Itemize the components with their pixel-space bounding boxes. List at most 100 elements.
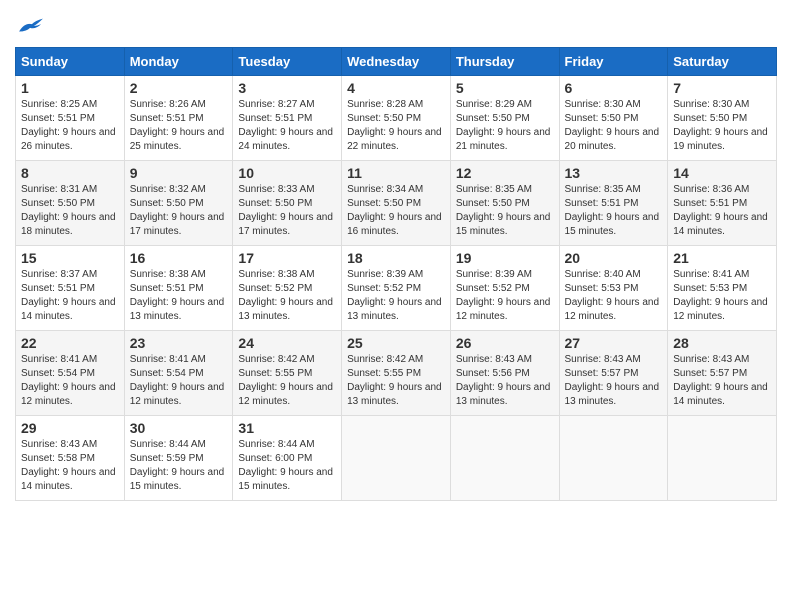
day-cell: 23 Sunrise: 8:41 AMSunset: 5:54 PMDaylig… bbox=[124, 331, 233, 416]
day-info: Sunrise: 8:28 AMSunset: 5:50 PMDaylight:… bbox=[347, 99, 442, 152]
day-number: 20 bbox=[565, 250, 663, 266]
day-number: 15 bbox=[21, 250, 119, 266]
day-info: Sunrise: 8:41 AMSunset: 5:54 PMDaylight:… bbox=[130, 354, 225, 407]
day-info: Sunrise: 8:39 AMSunset: 5:52 PMDaylight:… bbox=[347, 269, 442, 322]
day-cell: 21 Sunrise: 8:41 AMSunset: 5:53 PMDaylig… bbox=[668, 246, 777, 331]
weekday-header-sunday: Sunday bbox=[16, 48, 125, 76]
weekday-header-row: SundayMondayTuesdayWednesdayThursdayFrid… bbox=[16, 48, 777, 76]
day-info: Sunrise: 8:44 AMSunset: 5:59 PMDaylight:… bbox=[130, 439, 225, 492]
day-info: Sunrise: 8:38 AMSunset: 5:52 PMDaylight:… bbox=[238, 269, 333, 322]
day-cell: 26 Sunrise: 8:43 AMSunset: 5:56 PMDaylig… bbox=[450, 331, 559, 416]
day-info: Sunrise: 8:32 AMSunset: 5:50 PMDaylight:… bbox=[130, 184, 225, 237]
day-number: 17 bbox=[238, 250, 336, 266]
day-cell bbox=[450, 416, 559, 501]
day-cell: 5 Sunrise: 8:29 AMSunset: 5:50 PMDayligh… bbox=[450, 76, 559, 161]
day-number: 22 bbox=[21, 335, 119, 351]
day-cell: 4 Sunrise: 8:28 AMSunset: 5:50 PMDayligh… bbox=[342, 76, 451, 161]
day-info: Sunrise: 8:42 AMSunset: 5:55 PMDaylight:… bbox=[347, 354, 442, 407]
day-number: 2 bbox=[130, 80, 228, 96]
day-number: 31 bbox=[238, 420, 336, 436]
day-cell: 31 Sunrise: 8:44 AMSunset: 6:00 PMDaylig… bbox=[233, 416, 342, 501]
day-number: 12 bbox=[456, 165, 554, 181]
day-cell: 16 Sunrise: 8:38 AMSunset: 5:51 PMDaylig… bbox=[124, 246, 233, 331]
day-info: Sunrise: 8:27 AMSunset: 5:51 PMDaylight:… bbox=[238, 99, 333, 152]
page-header bbox=[15, 15, 777, 37]
day-cell: 19 Sunrise: 8:39 AMSunset: 5:52 PMDaylig… bbox=[450, 246, 559, 331]
week-row-2: 8 Sunrise: 8:31 AMSunset: 5:50 PMDayligh… bbox=[16, 161, 777, 246]
day-info: Sunrise: 8:33 AMSunset: 5:50 PMDaylight:… bbox=[238, 184, 333, 237]
day-info: Sunrise: 8:42 AMSunset: 5:55 PMDaylight:… bbox=[238, 354, 333, 407]
day-number: 10 bbox=[238, 165, 336, 181]
day-cell: 13 Sunrise: 8:35 AMSunset: 5:51 PMDaylig… bbox=[559, 161, 668, 246]
day-cell: 20 Sunrise: 8:40 AMSunset: 5:53 PMDaylig… bbox=[559, 246, 668, 331]
day-number: 19 bbox=[456, 250, 554, 266]
day-cell: 6 Sunrise: 8:30 AMSunset: 5:50 PMDayligh… bbox=[559, 76, 668, 161]
day-cell: 27 Sunrise: 8:43 AMSunset: 5:57 PMDaylig… bbox=[559, 331, 668, 416]
day-cell: 12 Sunrise: 8:35 AMSunset: 5:50 PMDaylig… bbox=[450, 161, 559, 246]
day-number: 24 bbox=[238, 335, 336, 351]
day-number: 6 bbox=[565, 80, 663, 96]
day-cell: 29 Sunrise: 8:43 AMSunset: 5:58 PMDaylig… bbox=[16, 416, 125, 501]
day-cell: 8 Sunrise: 8:31 AMSunset: 5:50 PMDayligh… bbox=[16, 161, 125, 246]
day-number: 9 bbox=[130, 165, 228, 181]
day-cell: 28 Sunrise: 8:43 AMSunset: 5:57 PMDaylig… bbox=[668, 331, 777, 416]
day-number: 18 bbox=[347, 250, 445, 266]
day-info: Sunrise: 8:41 AMSunset: 5:54 PMDaylight:… bbox=[21, 354, 116, 407]
day-cell bbox=[668, 416, 777, 501]
week-row-3: 15 Sunrise: 8:37 AMSunset: 5:51 PMDaylig… bbox=[16, 246, 777, 331]
day-cell: 2 Sunrise: 8:26 AMSunset: 5:51 PMDayligh… bbox=[124, 76, 233, 161]
day-info: Sunrise: 8:29 AMSunset: 5:50 PMDaylight:… bbox=[456, 99, 551, 152]
day-info: Sunrise: 8:37 AMSunset: 5:51 PMDaylight:… bbox=[21, 269, 116, 322]
day-cell: 22 Sunrise: 8:41 AMSunset: 5:54 PMDaylig… bbox=[16, 331, 125, 416]
day-number: 13 bbox=[565, 165, 663, 181]
day-info: Sunrise: 8:35 AMSunset: 5:50 PMDaylight:… bbox=[456, 184, 551, 237]
day-info: Sunrise: 8:43 AMSunset: 5:56 PMDaylight:… bbox=[456, 354, 551, 407]
day-number: 16 bbox=[130, 250, 228, 266]
day-info: Sunrise: 8:26 AMSunset: 5:51 PMDaylight:… bbox=[130, 99, 225, 152]
day-cell: 24 Sunrise: 8:42 AMSunset: 5:55 PMDaylig… bbox=[233, 331, 342, 416]
day-cell bbox=[342, 416, 451, 501]
day-number: 21 bbox=[673, 250, 771, 266]
day-number: 8 bbox=[21, 165, 119, 181]
day-number: 4 bbox=[347, 80, 445, 96]
day-number: 27 bbox=[565, 335, 663, 351]
day-cell: 10 Sunrise: 8:33 AMSunset: 5:50 PMDaylig… bbox=[233, 161, 342, 246]
day-cell: 11 Sunrise: 8:34 AMSunset: 5:50 PMDaylig… bbox=[342, 161, 451, 246]
day-info: Sunrise: 8:44 AMSunset: 6:00 PMDaylight:… bbox=[238, 439, 333, 492]
week-row-4: 22 Sunrise: 8:41 AMSunset: 5:54 PMDaylig… bbox=[16, 331, 777, 416]
weekday-header-thursday: Thursday bbox=[450, 48, 559, 76]
day-info: Sunrise: 8:38 AMSunset: 5:51 PMDaylight:… bbox=[130, 269, 225, 322]
day-cell: 17 Sunrise: 8:38 AMSunset: 5:52 PMDaylig… bbox=[233, 246, 342, 331]
day-cell: 15 Sunrise: 8:37 AMSunset: 5:51 PMDaylig… bbox=[16, 246, 125, 331]
day-cell: 18 Sunrise: 8:39 AMSunset: 5:52 PMDaylig… bbox=[342, 246, 451, 331]
logo-bird-icon bbox=[17, 15, 45, 37]
day-number: 23 bbox=[130, 335, 228, 351]
day-cell: 14 Sunrise: 8:36 AMSunset: 5:51 PMDaylig… bbox=[668, 161, 777, 246]
day-number: 26 bbox=[456, 335, 554, 351]
day-info: Sunrise: 8:34 AMSunset: 5:50 PMDaylight:… bbox=[347, 184, 442, 237]
weekday-header-monday: Monday bbox=[124, 48, 233, 76]
day-cell: 9 Sunrise: 8:32 AMSunset: 5:50 PMDayligh… bbox=[124, 161, 233, 246]
day-info: Sunrise: 8:39 AMSunset: 5:52 PMDaylight:… bbox=[456, 269, 551, 322]
day-number: 25 bbox=[347, 335, 445, 351]
day-number: 30 bbox=[130, 420, 228, 436]
day-number: 14 bbox=[673, 165, 771, 181]
day-info: Sunrise: 8:36 AMSunset: 5:51 PMDaylight:… bbox=[673, 184, 768, 237]
day-info: Sunrise: 8:30 AMSunset: 5:50 PMDaylight:… bbox=[565, 99, 660, 152]
day-info: Sunrise: 8:43 AMSunset: 5:57 PMDaylight:… bbox=[565, 354, 660, 407]
day-number: 7 bbox=[673, 80, 771, 96]
day-number: 3 bbox=[238, 80, 336, 96]
week-row-1: 1 Sunrise: 8:25 AMSunset: 5:51 PMDayligh… bbox=[16, 76, 777, 161]
weekday-header-tuesday: Tuesday bbox=[233, 48, 342, 76]
day-number: 5 bbox=[456, 80, 554, 96]
day-info: Sunrise: 8:25 AMSunset: 5:51 PMDaylight:… bbox=[21, 99, 116, 152]
day-info: Sunrise: 8:41 AMSunset: 5:53 PMDaylight:… bbox=[673, 269, 768, 322]
day-number: 28 bbox=[673, 335, 771, 351]
day-info: Sunrise: 8:30 AMSunset: 5:50 PMDaylight:… bbox=[673, 99, 768, 152]
day-info: Sunrise: 8:43 AMSunset: 5:57 PMDaylight:… bbox=[673, 354, 768, 407]
week-row-5: 29 Sunrise: 8:43 AMSunset: 5:58 PMDaylig… bbox=[16, 416, 777, 501]
day-info: Sunrise: 8:35 AMSunset: 5:51 PMDaylight:… bbox=[565, 184, 660, 237]
calendar-table: SundayMondayTuesdayWednesdayThursdayFrid… bbox=[15, 47, 777, 501]
day-info: Sunrise: 8:43 AMSunset: 5:58 PMDaylight:… bbox=[21, 439, 116, 492]
day-cell: 1 Sunrise: 8:25 AMSunset: 5:51 PMDayligh… bbox=[16, 76, 125, 161]
